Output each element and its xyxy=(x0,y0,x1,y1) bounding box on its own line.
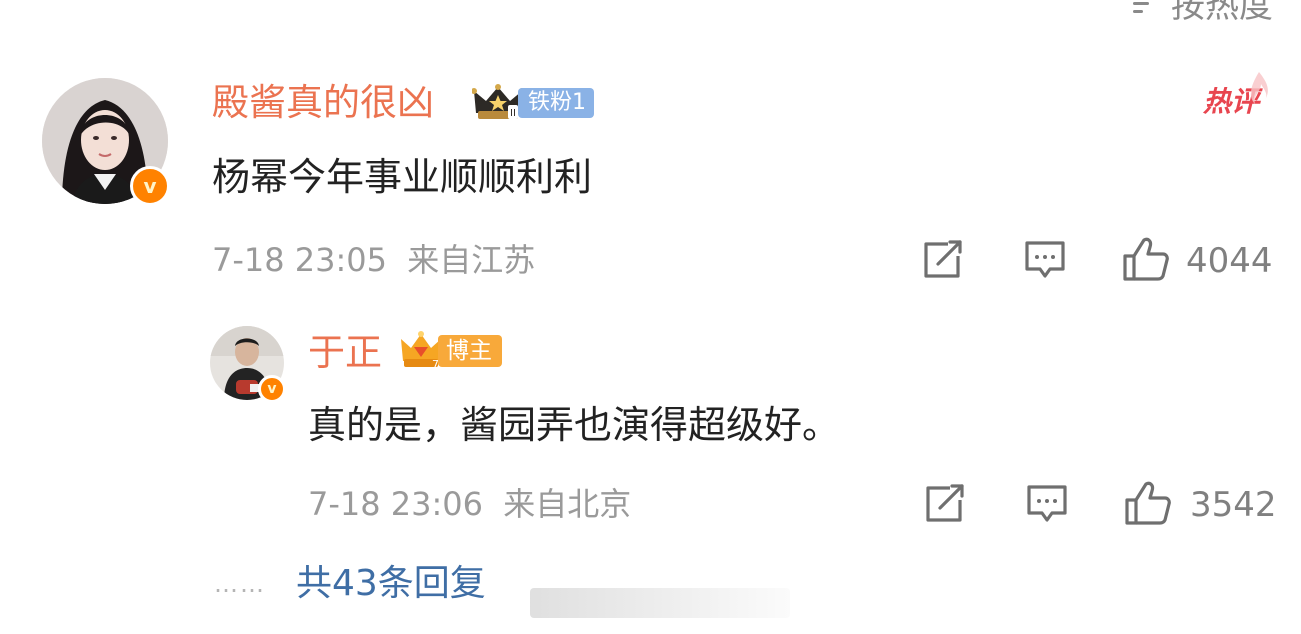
more-replies[interactable]: …… 共43条回复 xyxy=(214,566,486,602)
flame-icon xyxy=(1250,72,1268,104)
reply-share-icon[interactable] xyxy=(924,484,966,524)
sort-icon xyxy=(1127,0,1161,20)
hot-comment-tag: 热评 xyxy=(1203,72,1268,116)
loading-overlay xyxy=(530,588,790,618)
more-replies-link[interactable]: 共43条回复 xyxy=(296,566,486,602)
blogger-badge-label: 博主 xyxy=(438,335,502,367)
comment-text: 杨幂今年事业顺顺利利 xyxy=(212,155,593,199)
v-verified-icon: v xyxy=(258,375,286,403)
sort-toggle[interactable]: 按热度 xyxy=(1127,0,1273,27)
reply-text: 真的是，酱园弄也演得超级好。 xyxy=(308,403,841,447)
share-icon[interactable] xyxy=(922,240,964,280)
comment-icon[interactable] xyxy=(1024,240,1066,280)
blogger-crown-icon: 7 xyxy=(401,331,441,371)
reply-username[interactable]: 于正 xyxy=(308,334,382,371)
comment-location: 来自江苏 xyxy=(407,241,536,279)
reply-time: 7-18 23:06 xyxy=(308,485,484,523)
reply-like-count: 3542 xyxy=(1190,485,1277,525)
more-replies-dots: …… xyxy=(214,570,266,598)
like-icon[interactable] xyxy=(1122,236,1170,282)
crown-icon: II xyxy=(472,84,524,119)
svg-text:II: II xyxy=(510,108,516,119)
comment-meta: 7-18 23:05 来自江苏 xyxy=(212,244,535,276)
reply-comment-icon[interactable] xyxy=(1026,484,1068,524)
v-verified-icon: v xyxy=(130,166,170,206)
comment-time: 7-18 23:05 xyxy=(212,241,388,279)
fan-badge-label: 铁粉1 xyxy=(518,88,594,118)
reply-location: 来自北京 xyxy=(503,485,632,523)
blogger-badge: 7 博主 xyxy=(400,331,502,371)
sort-label: 按热度 xyxy=(1171,0,1273,26)
like-count: 4044 xyxy=(1186,241,1273,281)
fan-badge: II 铁粉1 xyxy=(472,84,594,120)
reply-like-icon[interactable] xyxy=(1124,480,1172,526)
comment-username[interactable]: 殿酱真的很凶 xyxy=(212,84,434,121)
reply-meta: 7-18 23:06 来自北京 xyxy=(308,488,631,520)
